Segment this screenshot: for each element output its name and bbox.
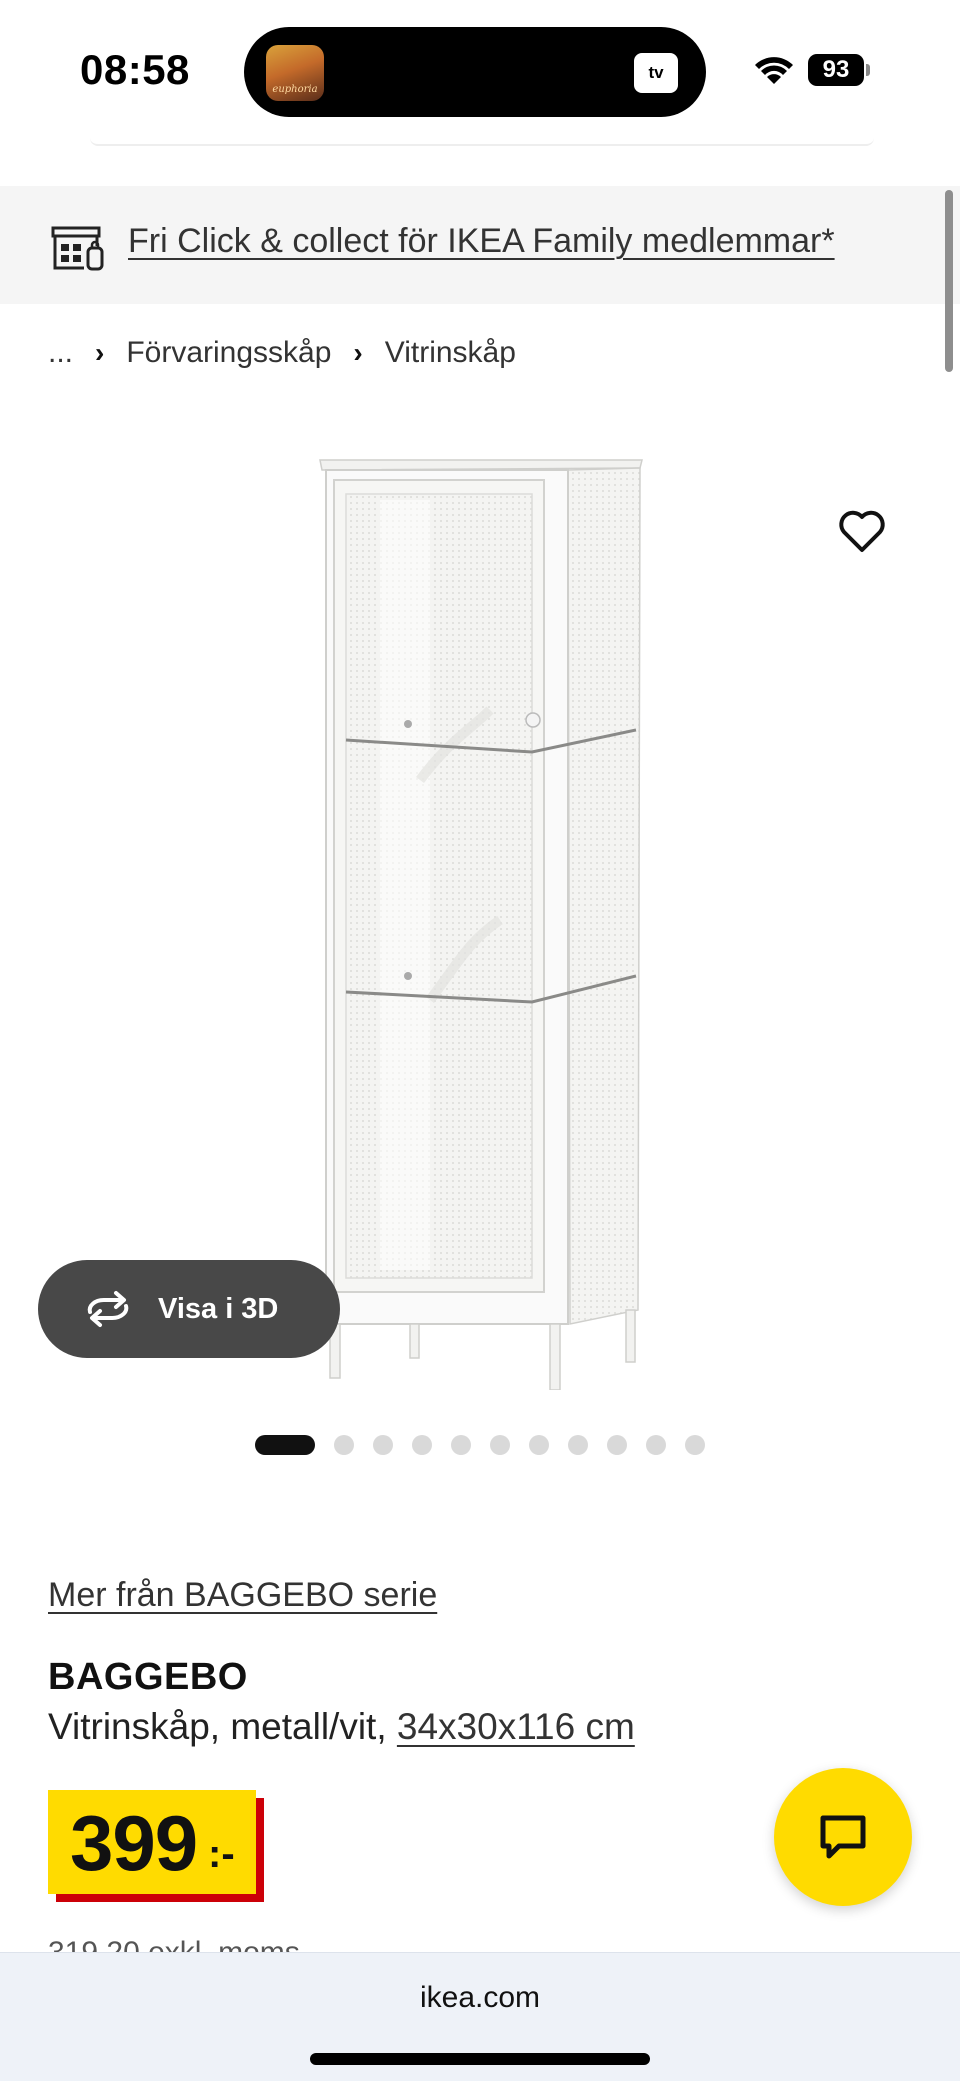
chevron-right-icon: › xyxy=(95,337,105,368)
gallery-dot[interactable] xyxy=(646,1435,666,1455)
click-collect-banner[interactable]: Fri Click & collect för IKEA Family medl… xyxy=(0,186,960,304)
clock: 08:58 xyxy=(80,46,190,93)
gallery-dot[interactable] xyxy=(334,1435,354,1455)
dynamic-island[interactable]: euphoria tv xyxy=(244,27,706,117)
header-edge xyxy=(90,138,874,146)
chevron-right-icon: › xyxy=(353,337,363,368)
dimensions-link[interactable]: 34x30x116 cm xyxy=(397,1706,635,1747)
chat-button[interactable] xyxy=(774,1768,912,1906)
gallery-dot[interactable] xyxy=(607,1435,627,1455)
click-collect-link[interactable]: Fri Click & collect för IKEA Family medl… xyxy=(128,222,835,261)
gallery-dot[interactable] xyxy=(529,1435,549,1455)
product-description: Vitrinskåp, metall/vit, 34x30x116 cm xyxy=(48,1706,635,1748)
gallery-pagination xyxy=(255,1435,724,1455)
tv-label: tv xyxy=(648,63,664,82)
view-3d-label: Visa i 3D xyxy=(158,1292,279,1325)
gallery-dot[interactable] xyxy=(490,1435,510,1455)
product-image[interactable] xyxy=(300,440,660,1390)
product-name: BAGGEBO xyxy=(48,1656,248,1698)
store-icon xyxy=(51,226,104,271)
breadcrumb: ... › Förvaringsskåp › Vitrinskåp xyxy=(48,336,516,370)
gallery-dot[interactable] xyxy=(451,1435,471,1455)
gallery-dot[interactable] xyxy=(685,1435,705,1455)
product-type: Vitrinskåp, metall/vit, xyxy=(48,1706,397,1747)
price-tag-box: 399 :- xyxy=(48,1790,256,1894)
battery-tip xyxy=(866,64,870,76)
rotate-3d-icon xyxy=(87,1291,129,1327)
view-3d-button[interactable]: Visa i 3D xyxy=(38,1260,340,1358)
breadcrumb-ellipsis[interactable]: ... xyxy=(48,336,73,370)
home-indicator[interactable] xyxy=(310,2053,650,2065)
breadcrumb-glass-cabinets[interactable]: Vitrinskåp xyxy=(385,336,516,370)
browser-address-bar[interactable]: ikea.com xyxy=(0,1952,960,2081)
price-value: 399 xyxy=(70,1799,198,1887)
status-bar: 08:58 euphoria tv 93 xyxy=(0,0,960,146)
price-suffix: :- xyxy=(208,1832,235,1876)
url-text[interactable]: ikea.com xyxy=(0,1981,960,2015)
gallery-dot[interactable] xyxy=(568,1435,588,1455)
app-icon-label: euphoria xyxy=(272,84,318,95)
wifi-icon xyxy=(755,57,793,84)
price-tag: 399 :- xyxy=(48,1790,264,1902)
apple-tv-icon: tv xyxy=(634,53,678,93)
battery-indicator: 93 xyxy=(808,54,864,86)
chat-icon xyxy=(820,1815,866,1859)
series-link[interactable]: Mer från BAGGEBO serie xyxy=(48,1576,437,1615)
gallery-dot-active[interactable] xyxy=(255,1435,315,1455)
heart-icon[interactable] xyxy=(838,508,886,554)
gallery-dot[interactable] xyxy=(412,1435,432,1455)
breadcrumb-storage-cabinets[interactable]: Förvaringsskåp xyxy=(126,336,331,370)
gallery-dot[interactable] xyxy=(373,1435,393,1455)
page-scrollbar[interactable] xyxy=(945,190,953,372)
now-playing-app-icon: euphoria xyxy=(266,45,324,101)
